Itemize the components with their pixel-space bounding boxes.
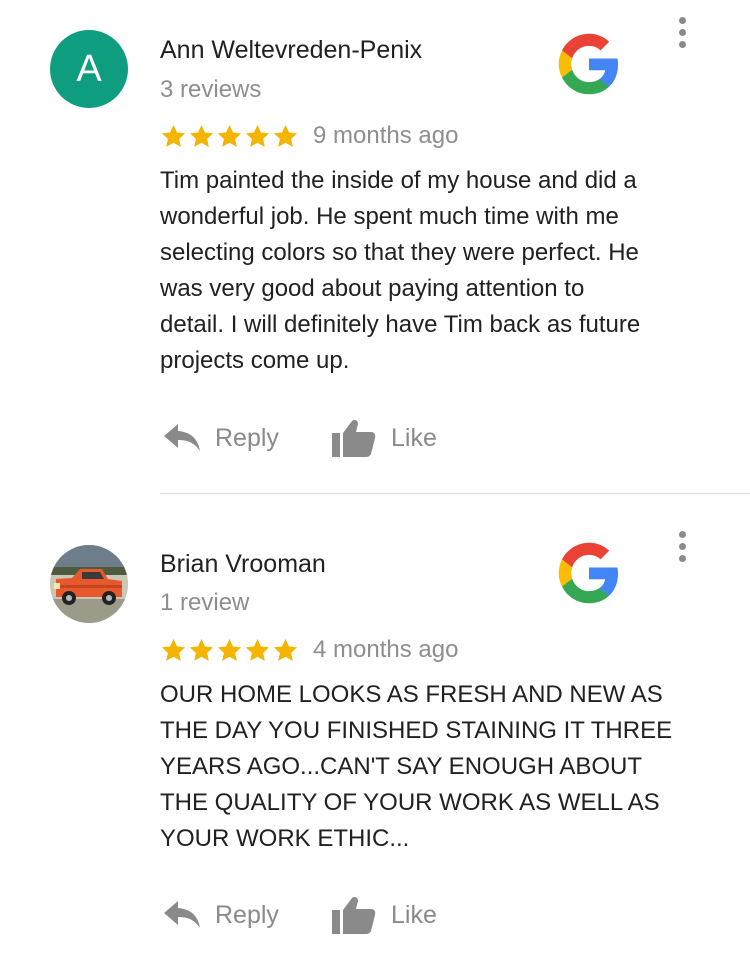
like-button[interactable]: Like [331,418,437,458]
review-card: Brian Vrooman 1 review 4 months ago OUR … [0,495,750,965]
review-card: A Ann Weltevreden-Penix 3 reviews 9 mont… [0,0,750,494]
star-icon [245,124,270,147]
star-icon [217,124,242,147]
star-icon [273,124,298,147]
reply-arrow-icon [163,899,201,931]
star-icon [161,124,186,147]
review-text: OUR HOME LOOKS AS FRESH AND NEW AS THE D… [160,681,673,852]
reply-button[interactable]: Reply [163,899,331,931]
review-time: 4 months ago [313,636,459,663]
star-rating [160,123,299,150]
avatar[interactable] [50,545,128,623]
star-icon [245,638,270,661]
reviewer-name[interactable]: Ann Weltevreden-Penix [160,36,422,65]
star-icon [161,638,186,661]
review-count: 3 reviews [160,76,262,103]
more-options-icon[interactable] [668,526,696,566]
like-button[interactable]: Like [331,895,437,935]
like-label: Like [391,423,437,452]
star-rating [160,637,299,664]
review-text: Tim painted the inside of my house and d… [160,167,641,374]
reviewer-name[interactable]: Brian Vrooman [160,550,326,579]
review-time: 9 months ago [313,122,459,149]
review-actions: Reply Like [163,418,437,458]
star-icon [273,638,298,661]
more-options-icon[interactable] [668,12,696,52]
thumbs-up-icon [331,418,377,458]
avatar[interactable]: A [50,30,128,108]
thumbs-up-icon [331,895,377,935]
rating-row: 9 months ago [160,121,458,151]
reply-arrow-icon [163,422,201,454]
review-actions: Reply Like [163,895,437,935]
google-g-logo [558,33,619,95]
star-icon [189,124,214,147]
reply-label: Reply [215,900,279,929]
star-icon [217,638,242,661]
review-count: 1 review [160,589,250,616]
google-g-logo [558,542,619,604]
reply-label: Reply [215,423,279,452]
like-label: Like [391,900,437,929]
reply-button[interactable]: Reply [163,422,331,454]
avatar-photo-truck [50,545,128,623]
star-icon [189,638,214,661]
divider [160,493,750,494]
rating-row: 4 months ago [160,635,458,665]
